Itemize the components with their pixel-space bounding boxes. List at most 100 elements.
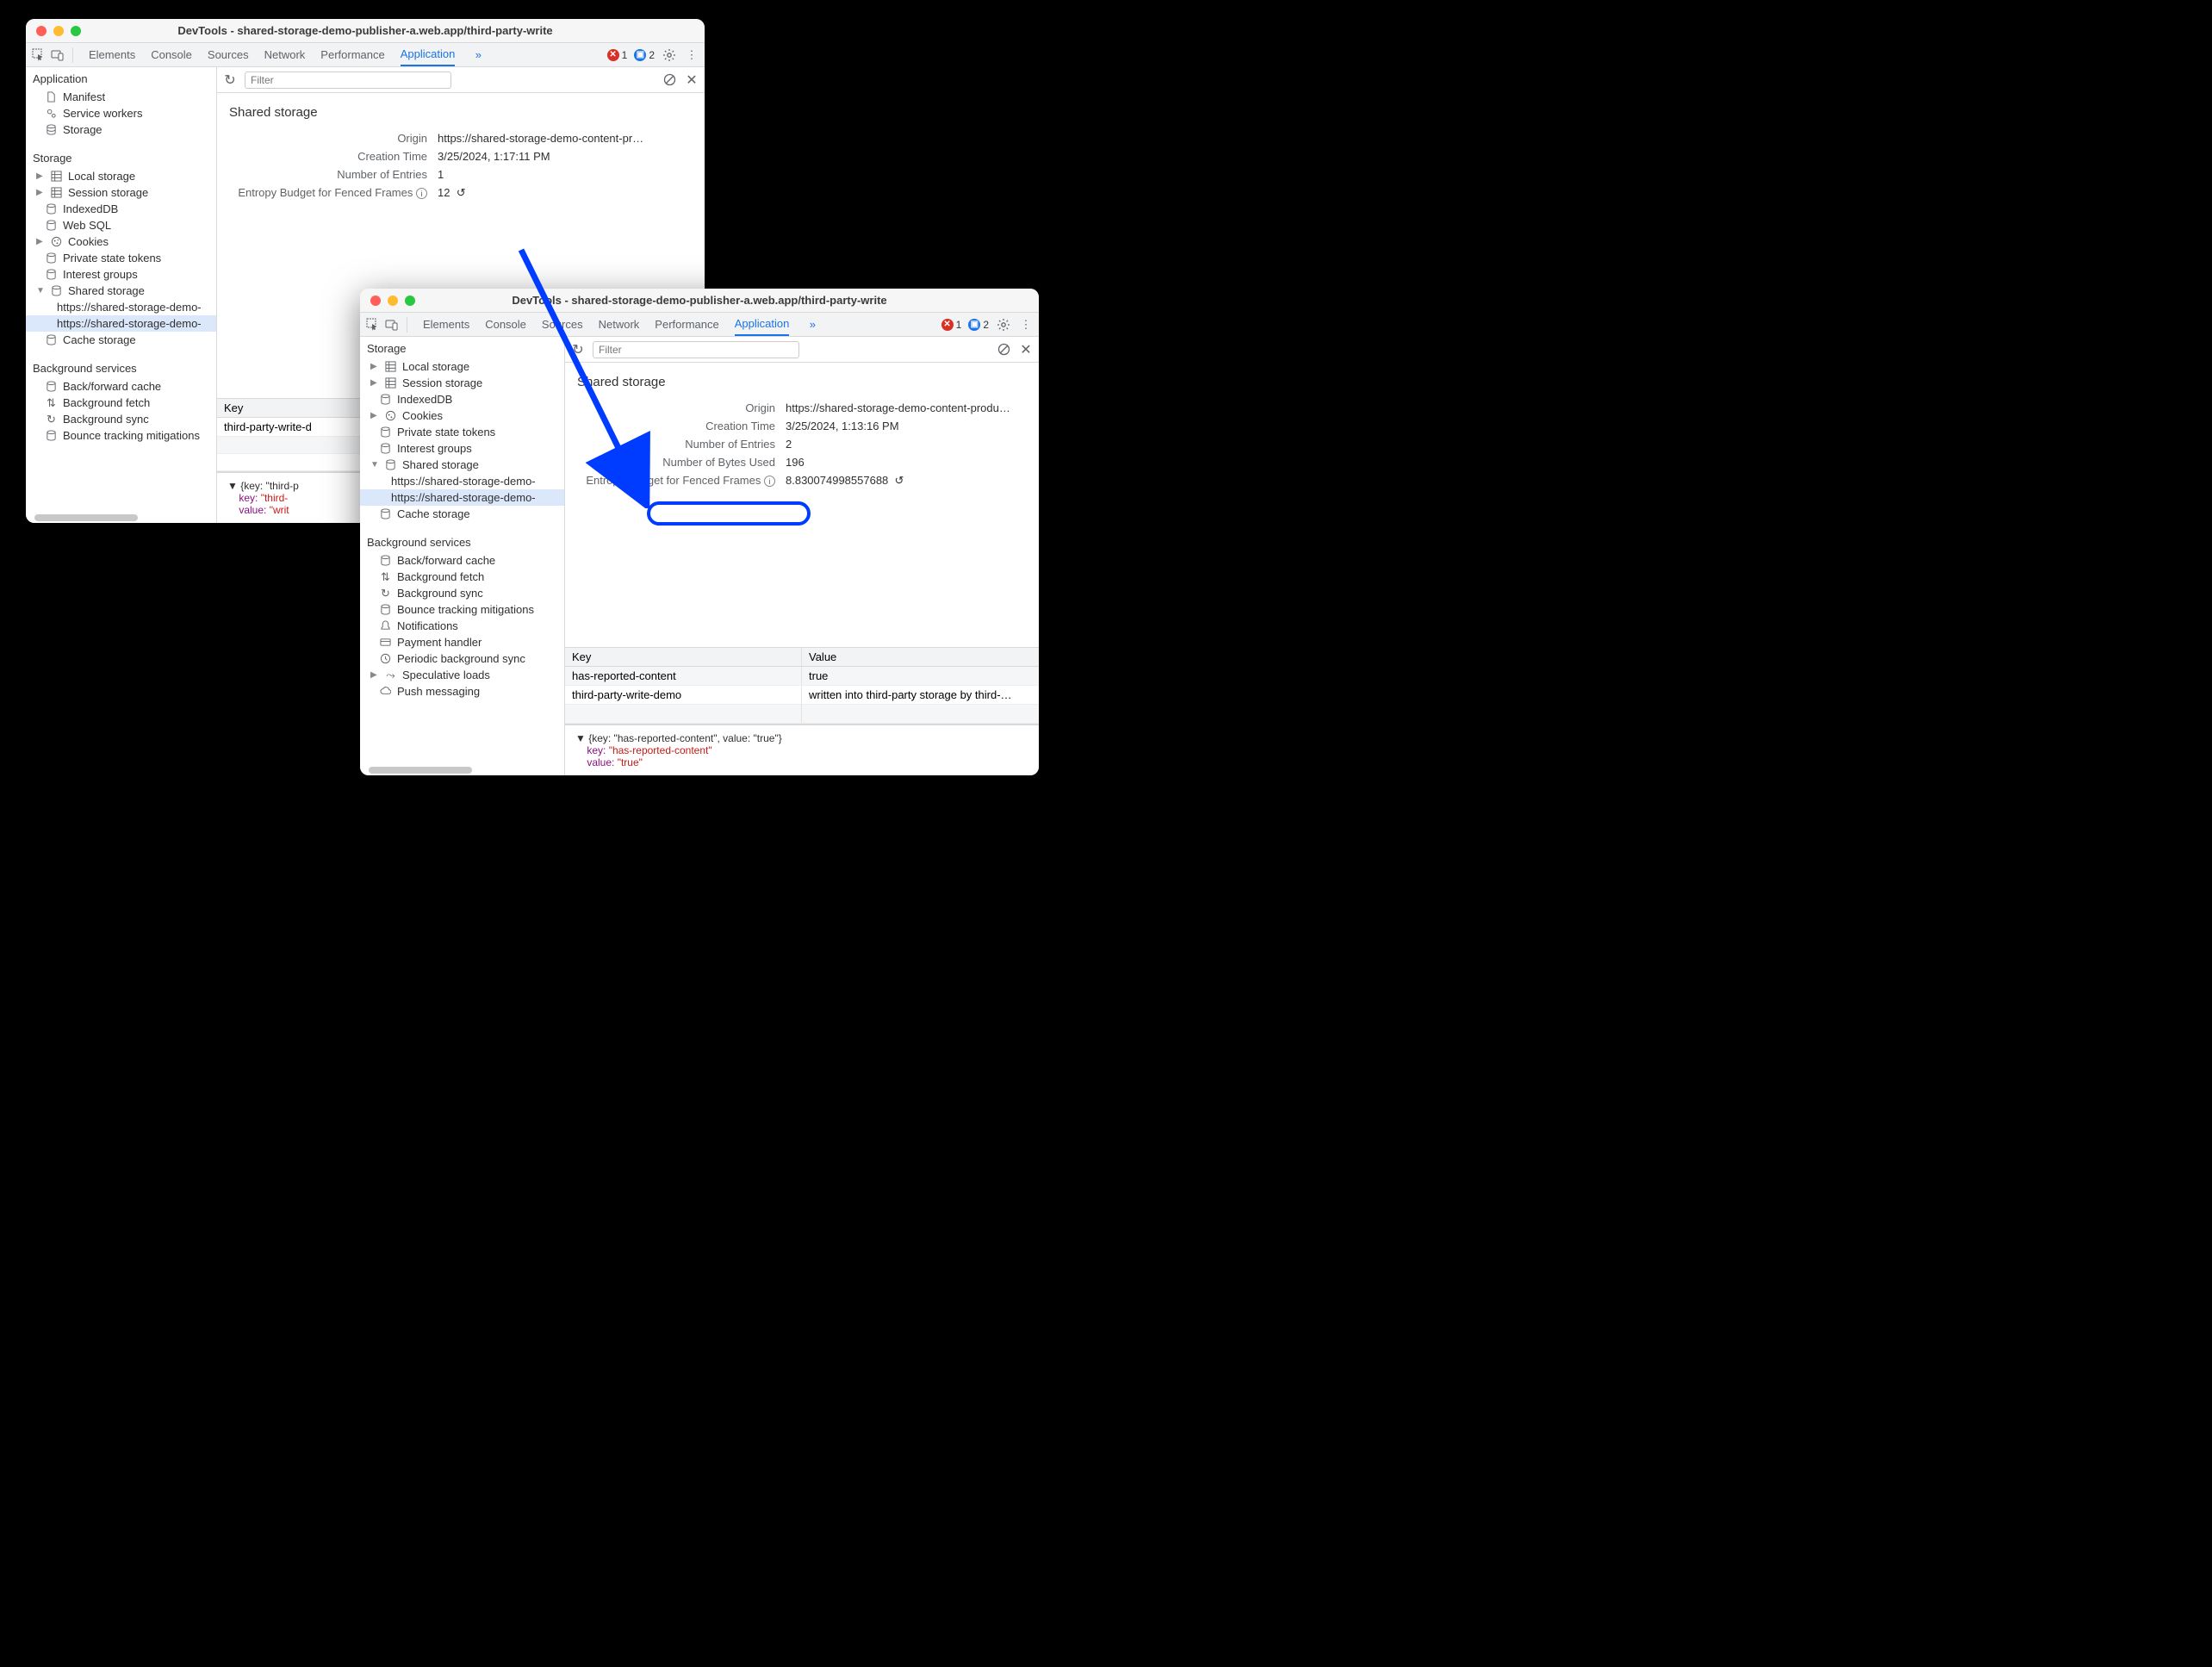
sidebar-item-storage[interactable]: Storage [26,121,216,138]
sidebar-item-background-fetch[interactable]: ⇅Background fetch [26,395,216,411]
undo-icon[interactable]: ↺ [457,186,466,199]
sidebar-item-bounce-tracking[interactable]: Bounce tracking mitigations [360,601,564,618]
info-badge[interactable]: ▣2 [634,49,655,61]
sidebar-item-local-storage[interactable]: ▶Local storage [26,168,216,184]
chevron-right-icon: ▶ [36,237,45,246]
tab-application[interactable]: Application [735,313,790,336]
sidebar-item-cookies[interactable]: ▶Cookies [26,233,216,250]
sidebar-item-periodic-sync[interactable]: Periodic background sync [360,650,564,667]
tab-network[interactable]: Network [264,43,306,66]
table-cell-key[interactable]: third-party-write-demo [565,686,802,704]
sidebar-item-shared-storage-origin-a[interactable]: https://shared-storage-demo- [360,473,564,489]
close-icon[interactable]: ✕ [1018,342,1034,358]
sidebar-item-shared-storage[interactable]: ▼Shared storage [26,283,216,299]
tab-console[interactable]: Console [151,43,192,66]
inspect-icon[interactable] [31,47,47,63]
kebab-icon[interactable]: ⋮ [684,47,699,63]
table-cell-value[interactable]: true [802,667,1039,685]
sidebar-item-background-fetch[interactable]: ⇅Background fetch [360,569,564,585]
tab-performance[interactable]: Performance [320,43,384,66]
tab-console[interactable]: Console [485,313,526,336]
sidebar-item-notifications[interactable]: Notifications [360,618,564,634]
device-toggle-icon[interactable] [384,317,400,333]
num-bytes-label: Number of Bytes Used [577,456,775,469]
value-column-header[interactable]: Value [802,648,1039,666]
sidebar-item-private-state-tokens[interactable]: Private state tokens [360,424,564,440]
reload-icon: ↻ [379,587,392,600]
error-badge[interactable]: ✕1 [607,49,628,61]
info-icon[interactable]: i [416,188,427,199]
sidebar-item-back-forward-cache[interactable]: Back/forward cache [360,552,564,569]
sidebar-item-shared-storage-origin-a[interactable]: https://shared-storage-demo- [26,299,216,315]
table-cell-value[interactable]: written into third-party storage by thir… [802,686,1039,704]
clear-icon[interactable] [996,342,1011,358]
sidebar-item-background-sync[interactable]: ↻Background sync [26,411,216,427]
sidebar-item-cookies[interactable]: ▶Cookies [360,407,564,424]
gear-icon[interactable] [662,47,677,63]
application-section: Application [26,67,216,89]
error-badge[interactable]: ✕1 [941,319,962,331]
window-title: DevTools - shared-storage-demo-publisher… [360,294,1039,307]
sidebar-item-background-sync[interactable]: ↻Background sync [360,585,564,601]
grid-icon [50,186,63,199]
sidebar-item-local-storage[interactable]: ▶Local storage [360,358,564,375]
tab-application[interactable]: Application [401,43,456,66]
database-icon [384,458,397,471]
tab-sources[interactable]: Sources [208,43,249,66]
more-tabs-icon[interactable]: » [805,317,820,333]
tab-elements[interactable]: Elements [89,43,135,66]
scrollbar[interactable] [34,514,138,521]
database-icon [379,426,392,439]
sidebar-item-service-workers[interactable]: Service workers [26,105,216,121]
sidebar-item-speculative-loads[interactable]: ▶⤳Speculative loads [360,667,564,683]
reload-icon[interactable]: ↻ [570,342,586,358]
entropy-budget-value: 12 ↺ [438,186,466,200]
close-icon[interactable]: ✕ [684,72,699,88]
sidebar-item-session-storage[interactable]: ▶Session storage [26,184,216,201]
scrollbar[interactable] [369,767,472,774]
entropy-budget-label: Entropy Budget for Fenced Frames i [577,474,775,488]
tab-elements[interactable]: Elements [423,313,469,336]
sidebar-item-shared-storage[interactable]: ▼Shared storage [360,457,564,473]
undo-icon[interactable]: ↺ [895,474,904,487]
sidebar-item-session-storage[interactable]: ▶Session storage [360,375,564,391]
tab-network[interactable]: Network [599,313,640,336]
detail-line: key: "has-reported-content" [575,744,1028,756]
database-icon [45,202,58,215]
info-badge[interactable]: ▣2 [968,319,989,331]
sidebar-item-manifest[interactable]: Manifest [26,89,216,105]
sidebar-item-cache-storage[interactable]: Cache storage [26,332,216,348]
sidebar-item-bounce-tracking[interactable]: Bounce tracking mitigations [26,427,216,444]
kebab-icon[interactable]: ⋮ [1018,317,1034,333]
database-icon [45,123,58,136]
sidebar-item-payment-handler[interactable]: Payment handler [360,634,564,650]
info-icon[interactable]: i [764,476,775,487]
sidebar-item-interest-groups[interactable]: Interest groups [360,440,564,457]
bg-services-section: Background services [360,531,564,552]
sidebar-item-cache-storage[interactable]: Cache storage [360,506,564,522]
num-entries-label: Number of Entries [577,438,775,451]
sidebar-item-push-messaging[interactable]: Push messaging [360,683,564,700]
tab-performance[interactable]: Performance [655,313,718,336]
sidebar-item-indexeddb[interactable]: IndexedDB [360,391,564,407]
inspect-icon[interactable] [365,317,381,333]
sidebar-item-websql[interactable]: Web SQL [26,217,216,233]
filter-input[interactable] [245,72,451,89]
table-cell-key[interactable]: has-reported-content [565,667,802,685]
device-toggle-icon[interactable] [50,47,65,63]
card-icon [379,636,392,649]
sidebar-item-shared-storage-origin-b[interactable]: https://shared-storage-demo- [26,315,216,332]
sidebar-item-private-state-tokens[interactable]: Private state tokens [26,250,216,266]
sidebar-item-interest-groups[interactable]: Interest groups [26,266,216,283]
window-title: DevTools - shared-storage-demo-publisher… [26,24,705,37]
more-tabs-icon[interactable]: » [470,47,486,63]
reload-icon[interactable]: ↻ [222,72,238,88]
sidebar-item-back-forward-cache[interactable]: Back/forward cache [26,378,216,395]
gear-icon[interactable] [996,317,1011,333]
sidebar-item-shared-storage-origin-b[interactable]: https://shared-storage-demo- [360,489,564,506]
key-column-header[interactable]: Key [565,648,802,666]
sidebar-item-indexeddb[interactable]: IndexedDB [26,201,216,217]
clear-icon[interactable] [662,72,677,88]
filter-input[interactable] [593,341,799,358]
tab-sources[interactable]: Sources [542,313,583,336]
